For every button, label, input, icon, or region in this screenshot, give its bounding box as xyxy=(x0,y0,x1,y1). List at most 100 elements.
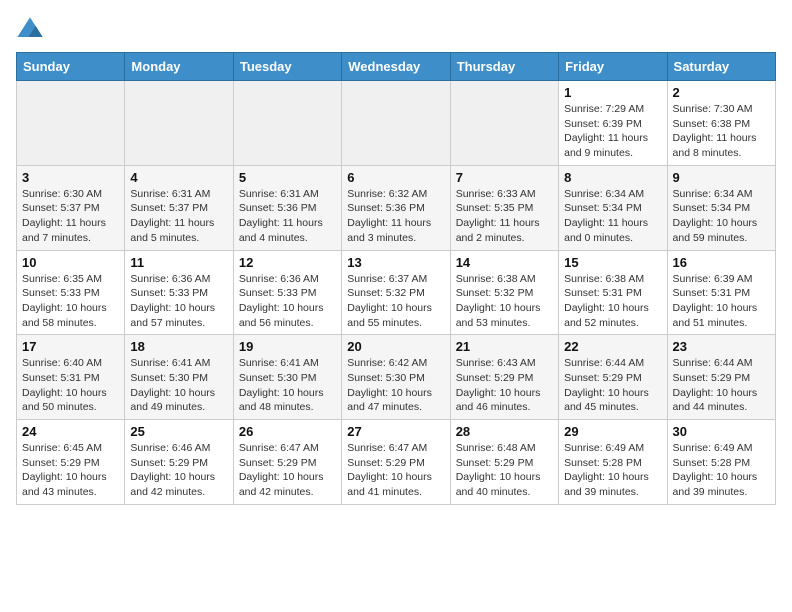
calendar-cell xyxy=(342,81,450,166)
day-number: 26 xyxy=(239,424,336,439)
calendar-cell: 24 Sunrise: 6:45 AMSunset: 5:29 PMDayligh… xyxy=(17,420,125,505)
week-row-4: 17Sunrise: 6:40 AMSunset: 5:31 PMDayligh… xyxy=(17,335,776,420)
day-info: Sunrise: 7:30 AMSunset: 6:38 PMDaylight:… xyxy=(673,102,770,161)
calendar-cell: 2Sunrise: 7:30 AMSunset: 6:38 PMDaylight… xyxy=(667,81,775,166)
day-info: Sunrise: 6:36 AMSunset: 5:33 PMDaylight:… xyxy=(130,272,227,331)
calendar-cell: 22 Sunrise: 6:44 AMSunset: 5:29 PMDayligh… xyxy=(559,335,667,420)
day-info: Sunrise: 6:30 AMSunset: 5:37 PMDaylight:… xyxy=(22,187,119,246)
day-number: 5 xyxy=(239,170,336,185)
calendar-header: SundayMondayTuesdayWednesdayThursdayFrid… xyxy=(17,53,776,81)
day-number: 15 xyxy=(564,255,661,270)
day-number: 28 xyxy=(456,424,553,439)
day-number: 25 xyxy=(130,424,227,439)
calendar-cell: 5 Sunrise: 6:31 AMSunset: 5:36 PMDaylight… xyxy=(233,165,341,250)
day-header-thursday: Thursday xyxy=(450,53,558,81)
day-number: 10 xyxy=(22,255,119,270)
day-info: Sunrise: 6:44 AMSunset: 5:29 PMDaylight:… xyxy=(564,356,661,415)
calendar-cell: 11Sunrise: 6:36 AMSunset: 5:33 PMDayligh… xyxy=(125,250,233,335)
day-header-tuesday: Tuesday xyxy=(233,53,341,81)
day-number: 18 xyxy=(130,339,227,354)
logo xyxy=(16,16,48,44)
day-number: 13 xyxy=(347,255,444,270)
header xyxy=(16,16,776,44)
calendar-cell: 23 Sunrise: 6:44 AMSunset: 5:29 PMDayligh… xyxy=(667,335,775,420)
day-info: Sunrise: 7:29 AMSunset: 6:39 PMDaylight:… xyxy=(564,102,661,161)
logo-icon xyxy=(16,16,44,44)
days-of-week-row: SundayMondayTuesdayWednesdayThursdayFrid… xyxy=(17,53,776,81)
calendar-cell: 3 Sunrise: 6:30 AMSunset: 5:37 PMDaylight… xyxy=(17,165,125,250)
day-info: Sunrise: 6:34 AMSunset: 5:34 PMDaylight:… xyxy=(564,187,661,246)
calendar-table: SundayMondayTuesdayWednesdayThursdayFrid… xyxy=(16,52,776,505)
calendar-cell: 8 Sunrise: 6:34 AMSunset: 5:34 PMDaylight… xyxy=(559,165,667,250)
calendar-cell: 20 Sunrise: 6:42 AMSunset: 5:30 PMDayligh… xyxy=(342,335,450,420)
week-row-5: 24 Sunrise: 6:45 AMSunset: 5:29 PMDayligh… xyxy=(17,420,776,505)
calendar-body: 1 Sunrise: 7:29 AMSunset: 6:39 PMDaylight… xyxy=(17,81,776,505)
day-header-friday: Friday xyxy=(559,53,667,81)
day-info: Sunrise: 6:31 AMSunset: 5:36 PMDaylight:… xyxy=(239,187,336,246)
day-info: Sunrise: 6:39 AMSunset: 5:31 PMDaylight:… xyxy=(673,272,770,331)
calendar-cell: 27 Sunrise: 6:47 AMSunset: 5:29 PMDayligh… xyxy=(342,420,450,505)
day-number: 12 xyxy=(239,255,336,270)
calendar-cell xyxy=(233,81,341,166)
day-number: 7 xyxy=(456,170,553,185)
calendar-cell: 15 Sunrise: 6:38 AMSunset: 5:31 PMDayligh… xyxy=(559,250,667,335)
day-info: Sunrise: 6:46 AMSunset: 5:29 PMDaylight:… xyxy=(130,441,227,500)
calendar-cell: 26 Sunrise: 6:47 AMSunset: 5:29 PMDayligh… xyxy=(233,420,341,505)
day-info: Sunrise: 6:45 AMSunset: 5:29 PMDaylight:… xyxy=(22,441,119,500)
calendar-cell: 19 Sunrise: 6:41 AMSunset: 5:30 PMDayligh… xyxy=(233,335,341,420)
calendar-cell: 6 Sunrise: 6:32 AMSunset: 5:36 PMDaylight… xyxy=(342,165,450,250)
day-number: 23 xyxy=(673,339,770,354)
calendar-cell: 9 Sunrise: 6:34 AMSunset: 5:34 PMDaylight… xyxy=(667,165,775,250)
calendar-cell xyxy=(17,81,125,166)
calendar-cell: 21Sunrise: 6:43 AMSunset: 5:29 PMDayligh… xyxy=(450,335,558,420)
day-info: Sunrise: 6:48 AMSunset: 5:29 PMDaylight:… xyxy=(456,441,553,500)
week-row-1: 1 Sunrise: 7:29 AMSunset: 6:39 PMDaylight… xyxy=(17,81,776,166)
day-number: 19 xyxy=(239,339,336,354)
day-number: 6 xyxy=(347,170,444,185)
day-number: 29 xyxy=(564,424,661,439)
day-info: Sunrise: 6:38 AMSunset: 5:31 PMDaylight:… xyxy=(564,272,661,331)
day-number: 24 xyxy=(22,424,119,439)
day-info: Sunrise: 6:44 AMSunset: 5:29 PMDaylight:… xyxy=(673,356,770,415)
calendar-cell xyxy=(450,81,558,166)
day-info: Sunrise: 6:42 AMSunset: 5:30 PMDaylight:… xyxy=(347,356,444,415)
day-info: Sunrise: 6:32 AMSunset: 5:36 PMDaylight:… xyxy=(347,187,444,246)
day-number: 27 xyxy=(347,424,444,439)
calendar-cell: 18 Sunrise: 6:41 AMSunset: 5:30 PMDayligh… xyxy=(125,335,233,420)
day-number: 20 xyxy=(347,339,444,354)
day-info: Sunrise: 6:33 AMSunset: 5:35 PMDaylight:… xyxy=(456,187,553,246)
day-number: 22 xyxy=(564,339,661,354)
calendar-cell: 14 Sunrise: 6:38 AMSunset: 5:32 PMDayligh… xyxy=(450,250,558,335)
day-info: Sunrise: 6:49 AMSunset: 5:28 PMDaylight:… xyxy=(564,441,661,500)
day-info: Sunrise: 6:41 AMSunset: 5:30 PMDaylight:… xyxy=(239,356,336,415)
calendar-cell: 12Sunrise: 6:36 AMSunset: 5:33 PMDayligh… xyxy=(233,250,341,335)
day-header-wednesday: Wednesday xyxy=(342,53,450,81)
day-info: Sunrise: 6:49 AMSunset: 5:28 PMDaylight:… xyxy=(673,441,770,500)
day-info: Sunrise: 6:41 AMSunset: 5:30 PMDaylight:… xyxy=(130,356,227,415)
day-info: Sunrise: 6:35 AMSunset: 5:33 PMDaylight:… xyxy=(22,272,119,331)
day-header-saturday: Saturday xyxy=(667,53,775,81)
calendar-cell: 7 Sunrise: 6:33 AMSunset: 5:35 PMDaylight… xyxy=(450,165,558,250)
calendar-cell: 1 Sunrise: 7:29 AMSunset: 6:39 PMDaylight… xyxy=(559,81,667,166)
calendar-cell: 17Sunrise: 6:40 AMSunset: 5:31 PMDayligh… xyxy=(17,335,125,420)
day-info: Sunrise: 6:38 AMSunset: 5:32 PMDaylight:… xyxy=(456,272,553,331)
day-number: 14 xyxy=(456,255,553,270)
day-number: 4 xyxy=(130,170,227,185)
day-number: 21 xyxy=(456,339,553,354)
day-number: 1 xyxy=(564,85,661,100)
calendar-cell: 29 Sunrise: 6:49 AMSunset: 5:28 PMDayligh… xyxy=(559,420,667,505)
day-number: 8 xyxy=(564,170,661,185)
calendar-cell: 13 Sunrise: 6:37 AMSunset: 5:32 PMDayligh… xyxy=(342,250,450,335)
calendar-cell: 28 Sunrise: 6:48 AMSunset: 5:29 PMDayligh… xyxy=(450,420,558,505)
day-info: Sunrise: 6:47 AMSunset: 5:29 PMDaylight:… xyxy=(239,441,336,500)
day-number: 30 xyxy=(673,424,770,439)
day-info: Sunrise: 6:37 AMSunset: 5:32 PMDaylight:… xyxy=(347,272,444,331)
day-info: Sunrise: 6:34 AMSunset: 5:34 PMDaylight:… xyxy=(673,187,770,246)
day-number: 9 xyxy=(673,170,770,185)
day-number: 3 xyxy=(22,170,119,185)
day-info: Sunrise: 6:47 AMSunset: 5:29 PMDaylight:… xyxy=(347,441,444,500)
calendar-cell: 10 Sunrise: 6:35 AMSunset: 5:33 PMDayligh… xyxy=(17,250,125,335)
calendar-cell: 16Sunrise: 6:39 AMSunset: 5:31 PMDayligh… xyxy=(667,250,775,335)
day-header-monday: Monday xyxy=(125,53,233,81)
day-header-sunday: Sunday xyxy=(17,53,125,81)
